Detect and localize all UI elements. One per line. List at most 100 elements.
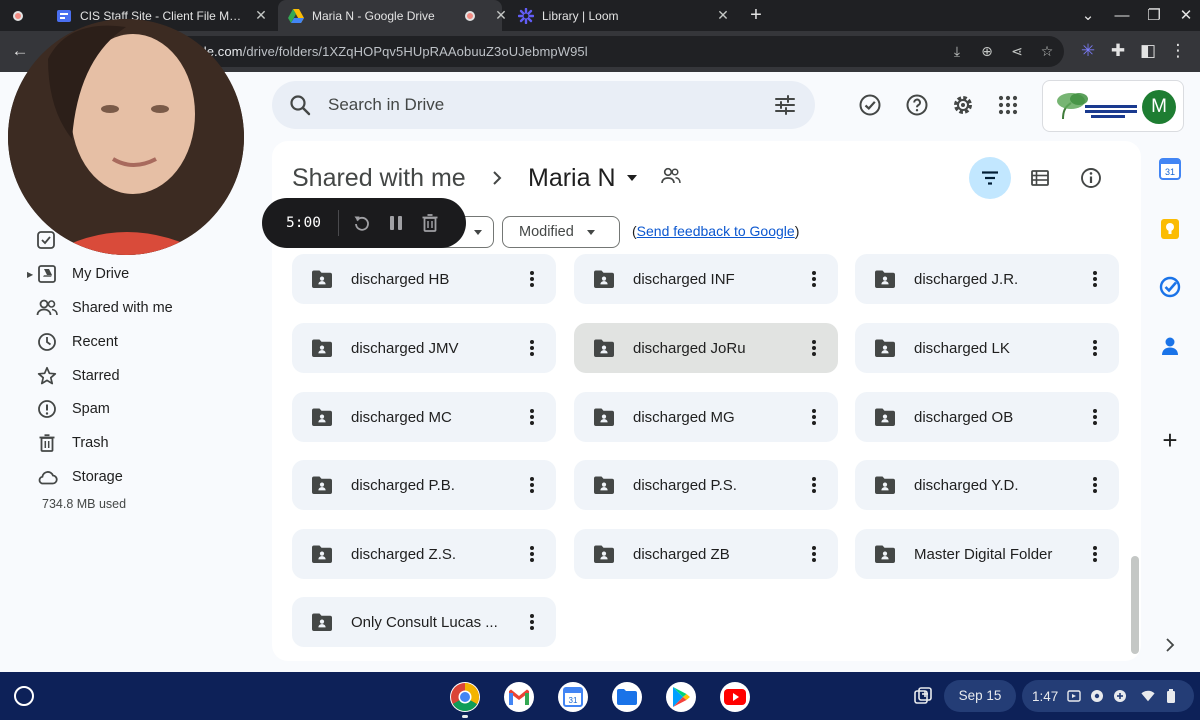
list-view-icon[interactable] [1028, 166, 1052, 190]
more-options-icon[interactable] [520, 405, 544, 429]
star-icon [36, 365, 58, 387]
restore-icon[interactable]: ❐ [1142, 4, 1166, 28]
sidebar-item-starred[interactable]: Starred [24, 360, 254, 392]
more-options-icon[interactable] [520, 267, 544, 291]
more-options-icon[interactable] [1083, 267, 1107, 291]
info-icon[interactable] [1079, 166, 1103, 190]
launcher-icon[interactable] [14, 686, 34, 706]
sidebar-item-trash[interactable]: Trash [24, 427, 254, 459]
sidebar-item-recent[interactable]: Recent [24, 326, 254, 358]
scrollbar-thumb[interactable] [1131, 556, 1139, 654]
zoom-icon[interactable]: ⊕ [976, 40, 998, 62]
more-options-icon[interactable] [1083, 405, 1107, 429]
shared-folder-people-icon[interactable] [660, 166, 684, 190]
holding-space-icon[interactable] [908, 682, 938, 710]
search-icon[interactable] [288, 93, 312, 117]
side-panel-icon[interactable]: ◧ [1136, 39, 1160, 63]
help-icon[interactable] [905, 93, 929, 117]
more-options-icon[interactable] [520, 542, 544, 566]
breadcrumb-current-folder[interactable]: Maria N [528, 162, 638, 194]
folder-item[interactable]: discharged J.R. [855, 254, 1119, 304]
back-icon[interactable]: ← [8, 39, 32, 63]
search-options-icon[interactable] [773, 93, 797, 117]
folder-item[interactable]: discharged INF [574, 254, 838, 304]
close-window-icon[interactable]: ✕ [1174, 4, 1198, 28]
close-icon[interactable]: ✕ [252, 7, 270, 25]
folder-item[interactable]: discharged OB [855, 392, 1119, 442]
more-options-icon[interactable] [802, 336, 826, 360]
tab-recording-2[interactable]: ✕ [452, 0, 508, 31]
folder-item[interactable]: discharged ZB [574, 529, 838, 579]
tab-recording-1[interactable] [0, 0, 46, 31]
play-store-icon[interactable] [666, 682, 696, 712]
restart-icon[interactable] [346, 207, 378, 239]
folder-item[interactable]: Master Digital Folder [855, 529, 1119, 579]
folder-item[interactable]: discharged Y.D. [855, 460, 1119, 510]
gmail-app-icon[interactable] [504, 682, 534, 712]
more-options-icon[interactable] [802, 267, 826, 291]
chrome-app-icon[interactable] [450, 682, 480, 712]
folder-item[interactable]: discharged P.B. [292, 460, 556, 510]
files-app-icon[interactable] [612, 682, 642, 712]
more-options-icon[interactable] [802, 405, 826, 429]
loom-extension-icon[interactable]: ✳ [1076, 39, 1100, 63]
date-tray[interactable]: Sep 15 [944, 680, 1016, 712]
folder-item[interactable]: discharged MG [574, 392, 838, 442]
more-options-icon[interactable] [802, 473, 826, 497]
expand-arrow-icon[interactable]: ▶ [27, 270, 33, 279]
folder-item[interactable]: discharged JoRu [574, 323, 838, 373]
sidebar-item-shared-with-me[interactable]: Shared with me [24, 292, 254, 324]
more-options-icon[interactable] [1083, 473, 1107, 497]
send-feedback-link[interactable]: Send feedback to Google [637, 223, 795, 239]
gear-icon[interactable] [951, 93, 975, 117]
pause-icon[interactable] [380, 207, 412, 239]
extensions-icon[interactable]: ✚ [1106, 39, 1130, 63]
new-tab-button[interactable]: + [744, 4, 768, 28]
loom-camera-bubble[interactable] [8, 19, 244, 255]
calendar-icon[interactable]: 31 [1158, 157, 1182, 181]
add-addon-icon[interactable]: + [1158, 425, 1182, 455]
folder-item[interactable]: discharged JMV [292, 323, 556, 373]
folder-item[interactable]: discharged P.S. [574, 460, 838, 510]
apps-grid-icon[interactable] [996, 93, 1020, 117]
breadcrumb-shared-with-me[interactable]: Shared with me [292, 162, 466, 194]
folder-item[interactable]: Only Consult Lucas ... [292, 597, 556, 647]
more-options-icon[interactable] [520, 336, 544, 360]
more-options-icon[interactable] [802, 542, 826, 566]
folder-item[interactable]: discharged Z.S. [292, 529, 556, 579]
tab-search-icon[interactable]: ⌄ [1076, 4, 1100, 28]
keep-icon[interactable] [1158, 217, 1182, 241]
more-options-icon[interactable] [520, 610, 544, 634]
modified-filter-chip[interactable]: Modified [502, 216, 620, 248]
address-bar[interactable]: drive.google.com/drive/folders/1XZqHOPqv… [104, 36, 1064, 67]
folder-item[interactable]: discharged HB [292, 254, 556, 304]
folder-item[interactable]: discharged LK [855, 323, 1119, 373]
search-bar[interactable]: Search in Drive [272, 81, 815, 129]
sidebar-item-storage[interactable]: Storage [24, 461, 254, 493]
bookmark-star-icon[interactable]: ☆ [1036, 40, 1058, 62]
search-input[interactable]: Search in Drive [328, 95, 773, 115]
account-avatar[interactable]: M [1142, 90, 1176, 124]
delete-recording-icon[interactable] [414, 207, 446, 239]
more-options-icon[interactable] [520, 473, 544, 497]
tasks-app-icon[interactable] [1158, 275, 1182, 299]
menu-icon[interactable]: ⋮ [1166, 39, 1190, 63]
tasks-icon[interactable] [36, 230, 58, 252]
sidebar-item-spam[interactable]: Spam [24, 393, 254, 425]
folder-item[interactable]: discharged MC [292, 392, 556, 442]
install-app-icon[interactable]: ⤓ [946, 40, 968, 62]
minimize-icon[interactable]: — [1110, 4, 1134, 28]
close-icon[interactable]: ✕ [714, 7, 732, 25]
offline-ready-icon[interactable] [858, 93, 882, 117]
status-area[interactable]: 1:47 [1022, 680, 1194, 712]
share-icon[interactable]: ⋖ [1006, 40, 1028, 62]
youtube-app-icon[interactable] [720, 682, 750, 712]
calendar-app-icon[interactable]: 31 [558, 682, 588, 712]
filter-toggle-button[interactable] [969, 157, 1011, 199]
chevron-right-icon[interactable] [1158, 633, 1182, 657]
more-options-icon[interactable] [1083, 542, 1107, 566]
more-options-icon[interactable] [1083, 336, 1107, 360]
tab-loom-library[interactable]: Library | Loom ✕ [508, 0, 738, 31]
sidebar-item-my-drive[interactable]: ▶ My Drive [24, 258, 254, 290]
contacts-icon[interactable] [1158, 334, 1182, 358]
